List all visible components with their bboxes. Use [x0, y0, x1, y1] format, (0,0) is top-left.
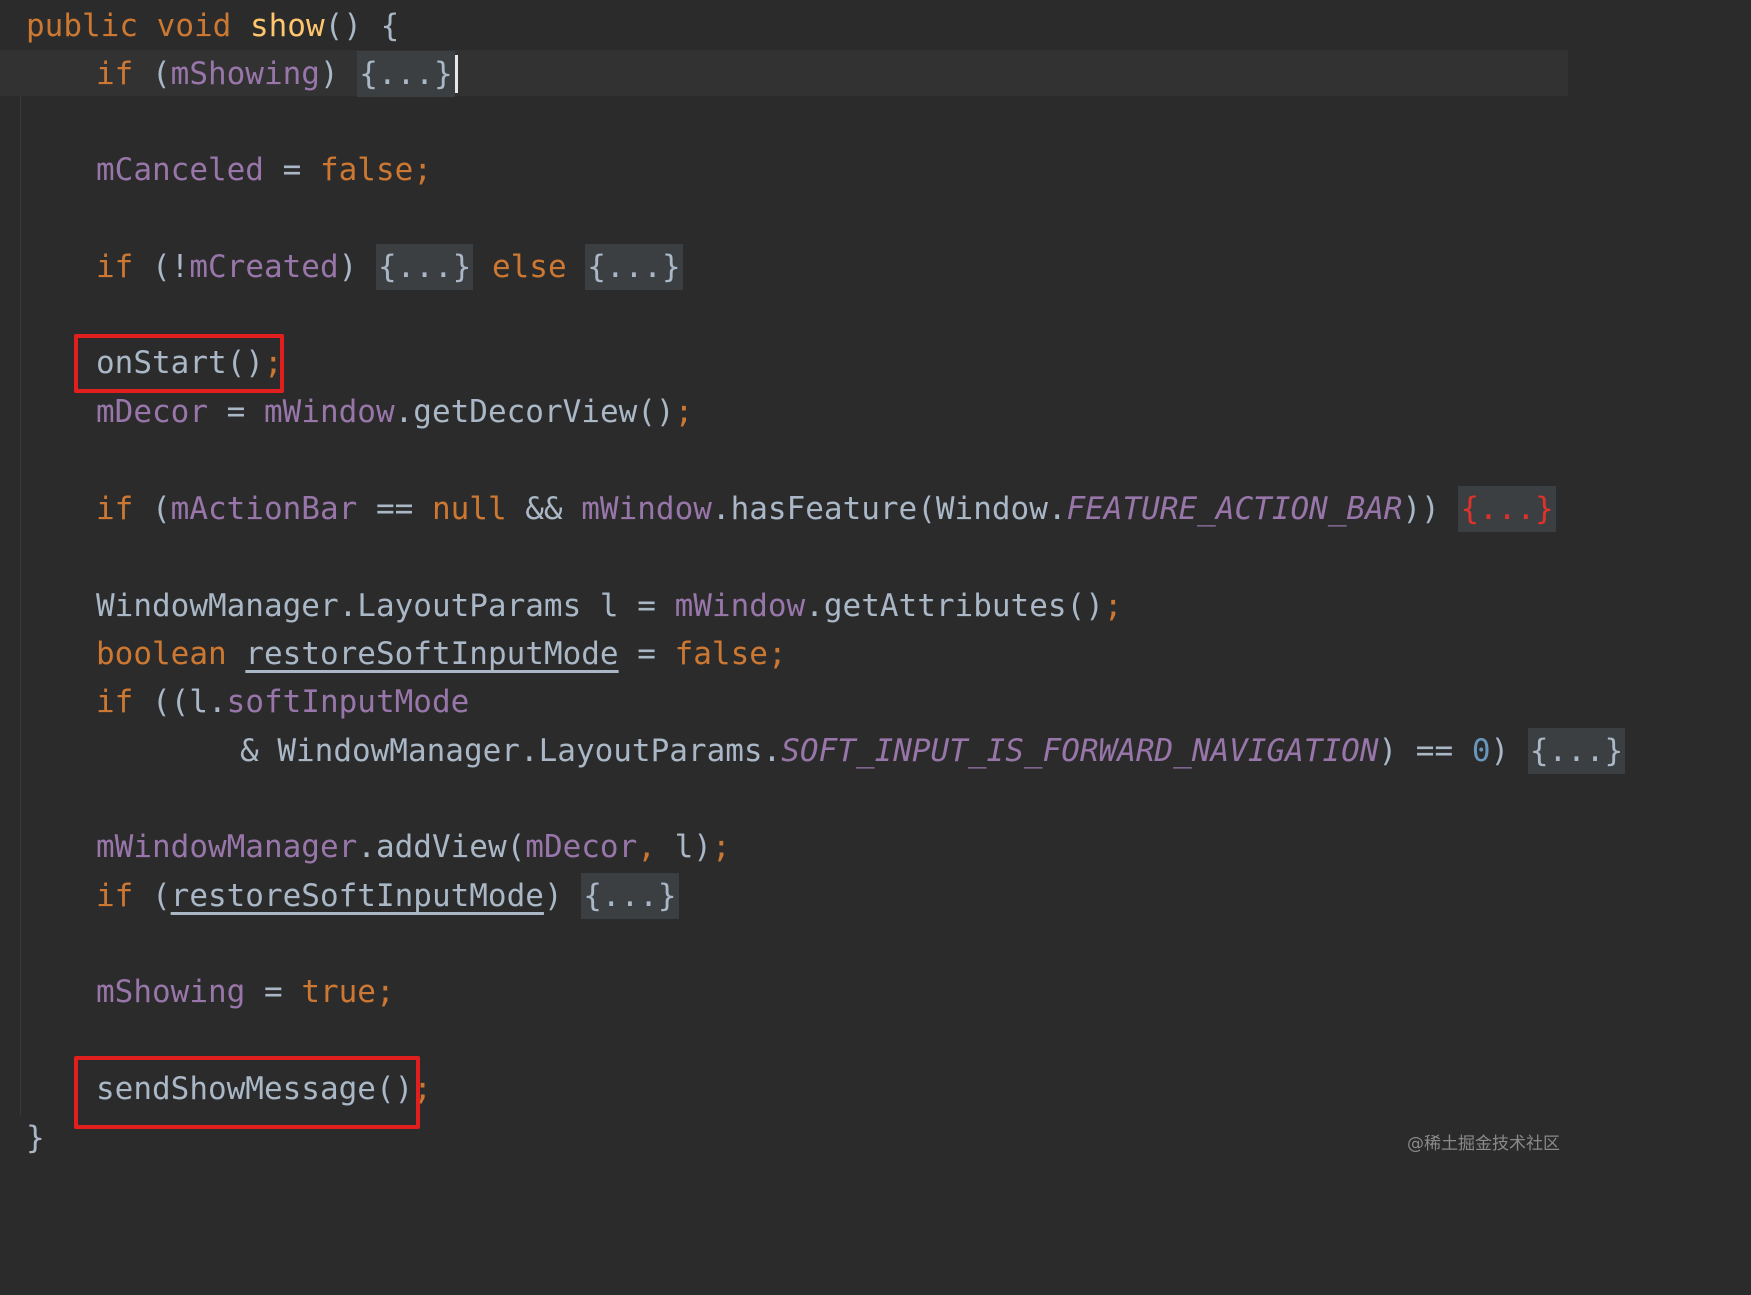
code-line-showing-true[interactable]: mShowing = true; — [96, 968, 395, 1016]
field-ref: mCanceled — [96, 152, 264, 188]
number-literal: 0 — [1471, 733, 1491, 769]
code-text: == — [357, 491, 432, 527]
keyword: public — [26, 8, 138, 44]
folded-block[interactable]: {...} — [1527, 728, 1626, 774]
semicolon: ; — [767, 636, 787, 672]
watermark: @稀土掘金技术社区 — [1407, 1134, 1560, 1154]
code-text: ) — [319, 56, 358, 92]
code-text: = — [245, 974, 302, 1010]
semicolon: ; — [413, 152, 432, 188]
folded-block[interactable]: {...} — [585, 244, 683, 290]
code-line-restore-soft-input[interactable]: boolean restoreSoftInputMode = false; — [96, 630, 787, 678]
text-caret — [454, 54, 458, 93]
folded-block[interactable]: {...} — [1458, 486, 1556, 532]
code-line-if-soft-input[interactable]: if ((l.softInputMode — [96, 678, 469, 726]
field-ref: mDecor — [525, 829, 638, 865]
method-call: .getDecorView() — [394, 394, 675, 430]
field-ref: mShowing — [96, 974, 246, 1010]
folded-block[interactable]: {...} — [581, 873, 679, 919]
code-text: l) — [655, 829, 712, 865]
keyword: if — [96, 56, 134, 92]
keyword: true — [301, 974, 376, 1010]
code-line-layout-params[interactable]: WindowManager.LayoutParams l = mWindow.g… — [96, 582, 1123, 630]
code-text: ((l. — [133, 684, 227, 720]
keyword: else — [491, 249, 567, 285]
code-line-canceled[interactable]: mCanceled = false; — [96, 146, 432, 194]
code-text: = — [618, 636, 675, 672]
method-name: show — [249, 8, 325, 44]
code-line-if-showing[interactable]: if (mShowing) {...} — [96, 50, 458, 98]
constant-ref: SOFT_INPUT_IS_FORWARD_NAVIGATION — [781, 733, 1379, 769]
code-text: )) — [1402, 491, 1459, 527]
code-text: & WindowManager.LayoutParams. — [240, 733, 782, 769]
semicolon: ; — [674, 394, 694, 430]
field-ref: mActionBar — [170, 491, 358, 527]
field-ref: mShowing — [170, 56, 320, 92]
code-line-closing-brace[interactable]: } — [26, 1114, 45, 1162]
code-line-add-view[interactable]: mWindowManager.addView(mDecor, l); — [96, 823, 731, 871]
keyword: false — [319, 152, 414, 188]
comma: , — [637, 829, 656, 865]
local-variable: restoreSoftInputMode — [245, 636, 619, 672]
keyword: false — [674, 636, 768, 672]
method-call: .getAttributes() — [805, 588, 1104, 624]
keyword: if — [96, 878, 134, 914]
code-text: = — [263, 152, 320, 188]
code-text: ( — [133, 878, 171, 914]
code-text: (! — [133, 249, 190, 285]
code-text: () { — [324, 8, 400, 44]
code-text: ( — [133, 56, 171, 92]
field-ref: mDecor — [96, 394, 208, 430]
field-ref: softInputMode — [226, 684, 470, 720]
method-call: .hasFeature(Window. — [711, 491, 1067, 527]
code-text: ) — [543, 878, 582, 914]
constant-ref: FEATURE_ACTION_BAR — [1066, 491, 1403, 527]
folded-block[interactable]: {...} — [375, 244, 474, 290]
code-line-method-signature[interactable]: public void show() { — [26, 2, 399, 50]
keyword: null — [431, 491, 507, 527]
code-text: ) — [338, 249, 376, 285]
code-text: } — [26, 1120, 45, 1156]
code-line-decor[interactable]: mDecor = mWindow.getDecorView(); — [96, 388, 693, 436]
field-ref: mWindowManager — [96, 829, 358, 865]
method-call: .addView( — [357, 829, 526, 865]
code-editor[interactable]: public void show() { if (mShowing) {...}… — [0, 0, 1626, 1162]
highlight-box-send-show-message — [74, 1056, 420, 1129]
code-text: = — [207, 394, 264, 430]
code-line-if-restore[interactable]: if (restoreSoftInputMode) {...} — [96, 872, 679, 920]
code-text: WindowManager.LayoutParams l = — [96, 588, 675, 624]
semicolon: ; — [1103, 588, 1123, 624]
code-line-forward-navigation[interactable]: & WindowManager.LayoutParams.SOFT_INPUT_… — [240, 727, 1626, 775]
code-text: ( — [133, 491, 171, 527]
highlight-box-onstart — [74, 334, 284, 393]
field-ref: mWindow — [674, 588, 806, 624]
semicolon: ; — [375, 974, 395, 1010]
code-text: ) == — [1378, 733, 1472, 769]
field-ref: mCreated — [189, 249, 339, 285]
field-ref: mWindow — [581, 491, 712, 527]
code-line-if-actionbar[interactable]: if (mActionBar == null && mWindow.hasFea… — [96, 485, 1556, 533]
keyword: if — [96, 684, 134, 720]
semicolon: ; — [711, 829, 731, 865]
local-variable: restoreSoftInputMode — [170, 878, 544, 914]
field-ref: mWindow — [263, 394, 395, 430]
keyword: boolean — [96, 636, 227, 672]
code-text: && — [506, 491, 582, 527]
keyword: void — [156, 8, 232, 44]
keyword: if — [96, 491, 134, 527]
code-line-if-created[interactable]: if (!mCreated) {...} else {...} — [96, 243, 683, 291]
indent-guide — [20, 96, 21, 1116]
code-text: ) — [1490, 733, 1528, 769]
keyword: if — [96, 249, 134, 285]
folded-block[interactable]: {...} — [357, 51, 455, 97]
